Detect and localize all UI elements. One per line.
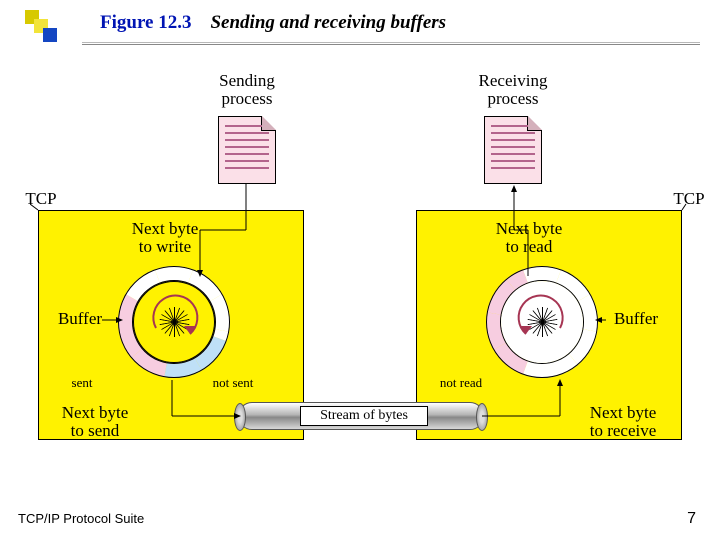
page-number: 7 xyxy=(687,510,696,528)
diagram-canvas: Sending process Receiving process TCP TC… xyxy=(30,80,690,460)
footer-source: TCP/IP Protocol Suite xyxy=(18,511,144,526)
slide-title: Figure 12.3 Sending and receiving buffer… xyxy=(100,12,446,34)
figure-caption: Sending and receiving buffers xyxy=(210,12,446,33)
connector-arrows xyxy=(30,80,690,460)
figure-number: Figure 12.3 xyxy=(100,12,191,33)
title-underline xyxy=(82,42,700,44)
